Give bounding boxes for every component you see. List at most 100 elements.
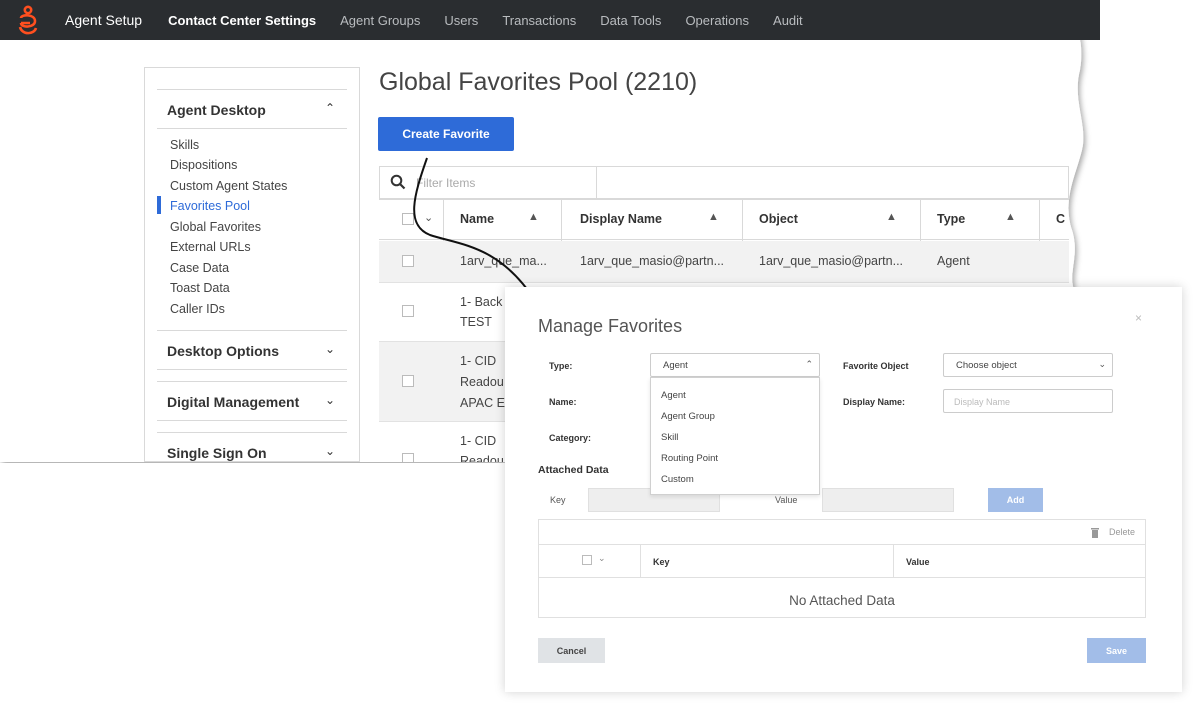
sidebar-item-custom-agent-states[interactable]: Custom Agent States [170, 179, 287, 193]
chevron-down-icon: ⌄ [1098, 359, 1106, 369]
sidebar-section-digital-management[interactable]: Digital Management ⌄ [157, 381, 347, 421]
display-name-placeholder: Display Name [954, 397, 1011, 407]
column-header-object[interactable]: Object [759, 212, 798, 226]
column-header-c[interactable]: C [1056, 212, 1065, 226]
sidebar-section-single-sign-on[interactable]: Single Sign On ⌄ [157, 432, 347, 462]
column-divider [1039, 200, 1040, 241]
cell-display-name: 1arv_que_masio@partn... [580, 254, 725, 268]
dropdown-option-agent-group[interactable]: Agent Group [661, 411, 715, 422]
cell-name-line: Readou [460, 375, 504, 389]
save-button[interactable]: Save [1087, 638, 1146, 663]
cell-name-line: Readou [460, 454, 504, 462]
type-label: Type: [549, 361, 573, 371]
sidebar-item-favorites-pool[interactable]: Favorites Pool [170, 199, 250, 213]
sort-icon[interactable]: ▲︎ [708, 211, 719, 223]
column-divider [561, 200, 562, 241]
cell-name-line: 1- CID [460, 434, 497, 448]
attached-data-toolbar: Delete [539, 520, 1145, 545]
row-checkbox[interactable] [402, 375, 414, 387]
sidebar-item-skills[interactable]: Skills [170, 138, 199, 152]
favorite-object-select[interactable]: Choose object ⌄ [943, 353, 1113, 377]
active-item-marker [157, 196, 161, 214]
column-divider [893, 545, 894, 578]
page-title: Global Favorites Pool (2210) [379, 68, 698, 96]
column-header-value: Value [906, 557, 930, 567]
attached-data-header: ⌄ Key Value [539, 545, 1145, 578]
sidebar-section-title: Digital Management [167, 394, 300, 410]
page-mask [0, 463, 505, 703]
nav-agent-groups[interactable]: Agent Groups [340, 13, 420, 28]
chevron-up-icon: ⌃ [805, 359, 813, 369]
sort-icon[interactable]: ▲︎ [1005, 211, 1016, 223]
value-field[interactable] [822, 488, 954, 512]
type-select-value: Agent [663, 360, 688, 371]
cell-object: 1arv_que_masio@partn... [759, 254, 904, 268]
sidebar-section-desktop-options[interactable]: Desktop Options ⌄ [157, 330, 347, 370]
sidebar-item-global-favorites[interactable]: Global Favorites [170, 220, 261, 234]
settings-sidebar: Agent Desktop ⌃ Skills Dispositions Cust… [144, 67, 360, 462]
cancel-button[interactable]: Cancel [538, 638, 605, 663]
trash-icon[interactable] [1091, 527, 1099, 538]
add-button[interactable]: Add [988, 488, 1043, 512]
chevron-down-icon[interactable]: ⌄ [598, 553, 606, 564]
dropdown-option-agent[interactable]: Agent [661, 390, 686, 401]
chevron-down-icon: ⌄ [324, 342, 335, 356]
sidebar-section-title: Agent Desktop [167, 102, 266, 118]
column-divider [640, 545, 641, 578]
filter-divider [596, 167, 597, 198]
attached-data-title: Attached Data [538, 464, 609, 476]
chevron-up-icon: ⌃ [324, 101, 335, 115]
genesys-logo [18, 5, 38, 35]
sidebar-section-title: Desktop Options [167, 343, 280, 359]
nav-agent-setup[interactable]: Agent Setup [65, 12, 142, 28]
nav-transactions[interactable]: Transactions [502, 13, 576, 28]
manage-favorites-dialog: Manage Favorites × Type: Agent ⌃ Favorit… [505, 287, 1182, 692]
category-label: Category: [549, 433, 592, 443]
dropdown-option-skill[interactable]: Skill [661, 432, 678, 443]
nav-users[interactable]: Users [444, 13, 478, 28]
key-label: Key [550, 495, 566, 505]
row-checkbox[interactable] [402, 453, 414, 462]
chevron-down-icon: ⌄ [324, 444, 335, 458]
type-select[interactable]: Agent ⌃ [650, 353, 820, 377]
sidebar-section-agent-desktop[interactable]: Agent Desktop ⌃ [157, 89, 347, 129]
cell-type: Agent [937, 254, 970, 268]
nav-audit[interactable]: Audit [773, 13, 803, 28]
top-navigation-bar: Agent Setup Contact Center Settings Agen… [0, 0, 1100, 40]
dropdown-option-custom[interactable]: Custom [661, 474, 694, 485]
select-all-checkbox[interactable] [582, 555, 592, 565]
table-row[interactable]: 1- CID Readou [379, 422, 505, 462]
nav-operations[interactable]: Operations [685, 13, 749, 28]
sort-icon[interactable]: ▲︎ [886, 211, 897, 223]
close-icon[interactable]: × [1135, 311, 1142, 325]
sidebar-item-dispositions[interactable]: Dispositions [170, 158, 237, 172]
sidebar-section-title: Single Sign On [167, 445, 267, 461]
page-mask-right [1080, 40, 1200, 288]
sidebar-item-external-urls[interactable]: External URLs [170, 240, 251, 254]
column-divider [920, 200, 921, 241]
attached-data-table: Delete ⌄ Key Value No Attached Data [538, 519, 1146, 618]
dialog-title: Manage Favorites [538, 316, 683, 336]
sidebar-item-caller-ids[interactable]: Caller IDs [170, 302, 225, 316]
favorite-object-label: Favorite Object [843, 361, 909, 371]
sidebar-item-case-data[interactable]: Case Data [170, 261, 229, 275]
type-dropdown-menu: Agent Agent Group Skill Routing Point Cu… [650, 377, 820, 495]
nav-contact-center-settings[interactable]: Contact Center Settings [168, 13, 316, 28]
main-nav: Agent Setup Contact Center Settings Agen… [65, 0, 827, 40]
cell-name-line: TEST [460, 315, 492, 329]
display-name-label: Display Name: [843, 397, 906, 407]
dropdown-option-routing-point[interactable]: Routing Point [661, 453, 718, 464]
column-divider [742, 200, 743, 241]
empty-state-text: No Attached Data [789, 593, 895, 608]
name-label: Name: [549, 397, 577, 407]
sidebar-item-toast-data[interactable]: Toast Data [170, 281, 230, 295]
column-header-display-name[interactable]: Display Name [580, 212, 662, 226]
create-favorite-button[interactable]: Create Favorite [378, 117, 514, 151]
value-label: Value [775, 495, 798, 505]
cell-name-line: 1- CID [460, 354, 497, 368]
favorite-object-value: Choose object [956, 360, 1017, 371]
display-name-field[interactable]: Display Name [943, 389, 1113, 413]
column-header-type[interactable]: Type [937, 212, 965, 226]
nav-data-tools[interactable]: Data Tools [600, 13, 661, 28]
delete-button[interactable]: Delete [1109, 527, 1135, 537]
